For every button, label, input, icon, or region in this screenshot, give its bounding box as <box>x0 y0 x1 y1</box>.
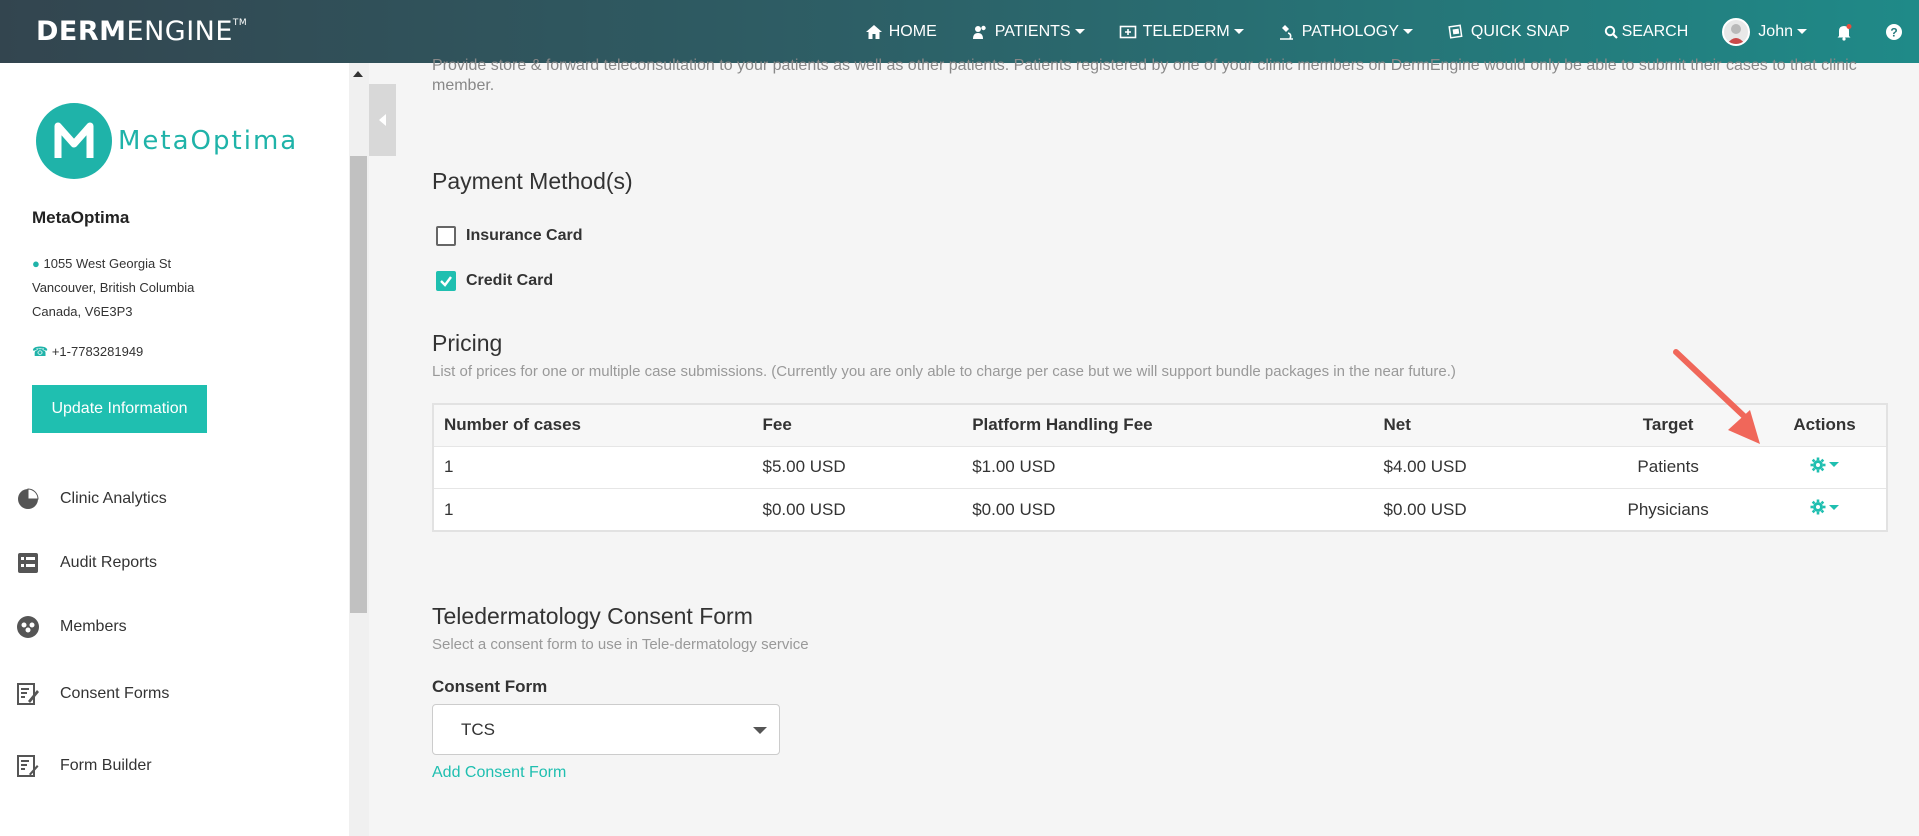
chevron-down-icon <box>753 727 767 734</box>
chevron-left-icon <box>379 114 386 126</box>
collapse-sidebar-button[interactable] <box>369 84 396 156</box>
chevron-down-icon <box>1074 29 1085 34</box>
col-header-cases: Number of cases <box>444 415 581 435</box>
table-row: 1 $0.00 USD $0.00 USD $0.00 USD Physicia… <box>433 488 1887 532</box>
dermengine-logo[interactable]: DERMENGINETM <box>36 16 247 47</box>
pricing-description: List of prices for one or multiple case … <box>432 363 1456 380</box>
col-header-platform-fee: Platform Handling Fee <box>972 415 1153 435</box>
consent-form-icon <box>14 680 42 708</box>
sidebar-item-consent-forms[interactable]: Consent Forms <box>14 680 169 708</box>
nav-home[interactable]: HOME <box>865 23 937 41</box>
sidebar: MetaOptima MetaOptima ● 1055 West Georgi… <box>0 63 350 836</box>
metaoptima-logo-mark <box>36 103 112 179</box>
phone-icon: ☎ <box>32 344 49 359</box>
payment-methods-title: Payment Method(s) <box>432 168 633 194</box>
members-icon <box>14 613 42 641</box>
consent-form-label: Consent Form <box>432 677 548 696</box>
chevron-down-icon <box>1402 29 1413 34</box>
sidebar-scrollbar-thumb[interactable] <box>350 156 367 613</box>
telederm-icon <box>1119 23 1137 41</box>
map-marker-icon: ● <box>32 256 40 271</box>
telederm-intro-text: Provide store & forward teleconsultation… <box>432 57 1857 94</box>
scroll-up-arrow-icon[interactable] <box>353 71 363 77</box>
chevron-down-icon <box>1829 462 1840 468</box>
bell-icon <box>1835 23 1853 41</box>
notifications-button[interactable] <box>1835 23 1859 41</box>
help-button[interactable]: ? <box>1885 23 1909 41</box>
credit-card-checkbox[interactable] <box>436 271 456 291</box>
insurance-card-checkbox[interactable] <box>436 226 456 246</box>
row-actions-button[interactable] <box>1810 457 1840 473</box>
sidebar-item-members[interactable]: Members <box>14 613 127 641</box>
help-icon: ? <box>1885 23 1903 41</box>
clinic-address: ● 1055 West Georgia St Vancouver, Britis… <box>32 256 195 319</box>
microscope-icon <box>1278 23 1296 41</box>
row-actions-button[interactable] <box>1810 499 1840 515</box>
credit-card-option[interactable]: Credit Card <box>436 271 553 291</box>
clinic-logo: MetaOptima <box>36 103 298 179</box>
chevron-down-icon <box>1233 29 1244 34</box>
insurance-card-option[interactable]: Insurance Card <box>436 226 582 246</box>
quick-snap-icon <box>1447 23 1465 41</box>
user-menu[interactable]: John <box>1722 17 1807 46</box>
form-builder-icon <box>14 752 42 780</box>
sidebar-item-form-builder[interactable]: Form Builder <box>14 752 152 780</box>
check-icon <box>440 276 452 287</box>
nav-search[interactable]: SEARCH <box>1604 23 1688 41</box>
nav-telederm[interactable]: TELEDERM <box>1119 23 1244 41</box>
col-header-net: Net <box>1383 415 1411 435</box>
col-header-fee: Fee <box>762 415 792 435</box>
consent-form-select[interactable]: TCS <box>432 704 780 755</box>
consent-form-title: Teledermatology Consent Form <box>432 603 753 629</box>
consent-form-description: Select a consent form to use in Tele-der… <box>432 636 809 653</box>
nav-quick-snap[interactable]: QUICK SNAP <box>1447 23 1570 41</box>
svg-text:?: ? <box>1890 25 1897 39</box>
avatar <box>1722 17 1751 46</box>
update-information-button[interactable]: Update Information <box>32 385 207 433</box>
patients-icon <box>971 23 989 41</box>
home-icon <box>865 23 883 41</box>
nav-pathology[interactable]: PATHOLOGY <box>1278 23 1413 41</box>
add-consent-form-link[interactable]: Add Consent Form <box>432 764 566 782</box>
pie-chart-icon <box>14 485 42 513</box>
pricing-title: Pricing <box>432 330 503 356</box>
gear-icon <box>1810 457 1826 473</box>
col-header-actions: Actions <box>1793 415 1856 435</box>
audit-report-icon <box>14 549 42 577</box>
chevron-down-icon <box>1797 29 1807 34</box>
sidebar-item-audit-reports[interactable]: Audit Reports <box>14 549 157 577</box>
clinic-phone: ☎ +1-7783281949 <box>32 344 144 359</box>
annotation-arrow-icon <box>1673 349 1760 444</box>
chevron-down-icon <box>1829 504 1840 510</box>
top-navbar: DERMENGINETM HOME PATIENTS TELEDERM PATH… <box>0 0 1919 63</box>
nav-patients[interactable]: PATIENTS <box>971 23 1085 41</box>
gear-icon <box>1810 499 1826 515</box>
clinic-name: MetaOptima <box>32 208 130 227</box>
search-icon <box>1604 25 1618 39</box>
sidebar-item-clinic-analytics[interactable]: Clinic Analytics <box>14 485 167 513</box>
